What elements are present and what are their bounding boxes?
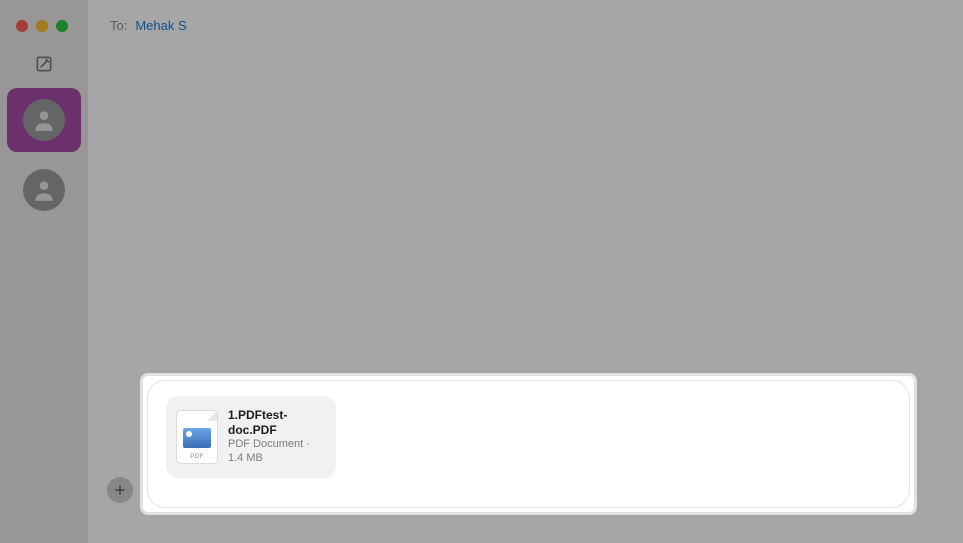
attachment-details: PDF Document · 1.4 MB bbox=[228, 438, 324, 466]
message-input[interactable]: PDF 1.PDFtest-doc.PDF PDF Document · 1.4… bbox=[147, 380, 910, 508]
pdf-file-icon: PDF bbox=[176, 410, 218, 464]
conversation-item[interactable] bbox=[7, 162, 81, 218]
sidebar bbox=[0, 0, 88, 543]
compose-icon[interactable] bbox=[34, 54, 54, 74]
emoji-picker-button[interactable] bbox=[913, 479, 937, 503]
recipient-name[interactable]: Mehak S bbox=[135, 18, 186, 33]
attachment-meta: 1.PDFtest-doc.PDF PDF Document · 1.4 MB bbox=[228, 408, 324, 466]
attachment-filename: 1.PDFtest-doc.PDF bbox=[228, 408, 324, 438]
window-controls bbox=[16, 0, 68, 46]
avatar bbox=[23, 169, 65, 211]
to-field[interactable]: To: Mehak S bbox=[88, 0, 963, 33]
avatar bbox=[23, 99, 65, 141]
minimize-window-button[interactable] bbox=[36, 20, 48, 32]
attachment-chip[interactable]: PDF 1.PDFtest-doc.PDF PDF Document · 1.4… bbox=[166, 396, 336, 478]
file-ext-label: PDF bbox=[190, 454, 204, 460]
compose-area[interactable]: PDF 1.PDFtest-doc.PDF PDF Document · 1.4… bbox=[140, 373, 917, 515]
conversation-selected[interactable] bbox=[7, 88, 81, 152]
to-label: To: bbox=[110, 18, 127, 33]
zoom-window-button[interactable] bbox=[56, 20, 68, 32]
close-window-button[interactable] bbox=[16, 20, 28, 32]
bottom-bar-bg bbox=[88, 523, 963, 543]
messages-window: To: Mehak S PDF 1.PDFtest-doc.PDF PDF Do… bbox=[0, 0, 963, 543]
add-attachment-button[interactable] bbox=[107, 477, 133, 503]
